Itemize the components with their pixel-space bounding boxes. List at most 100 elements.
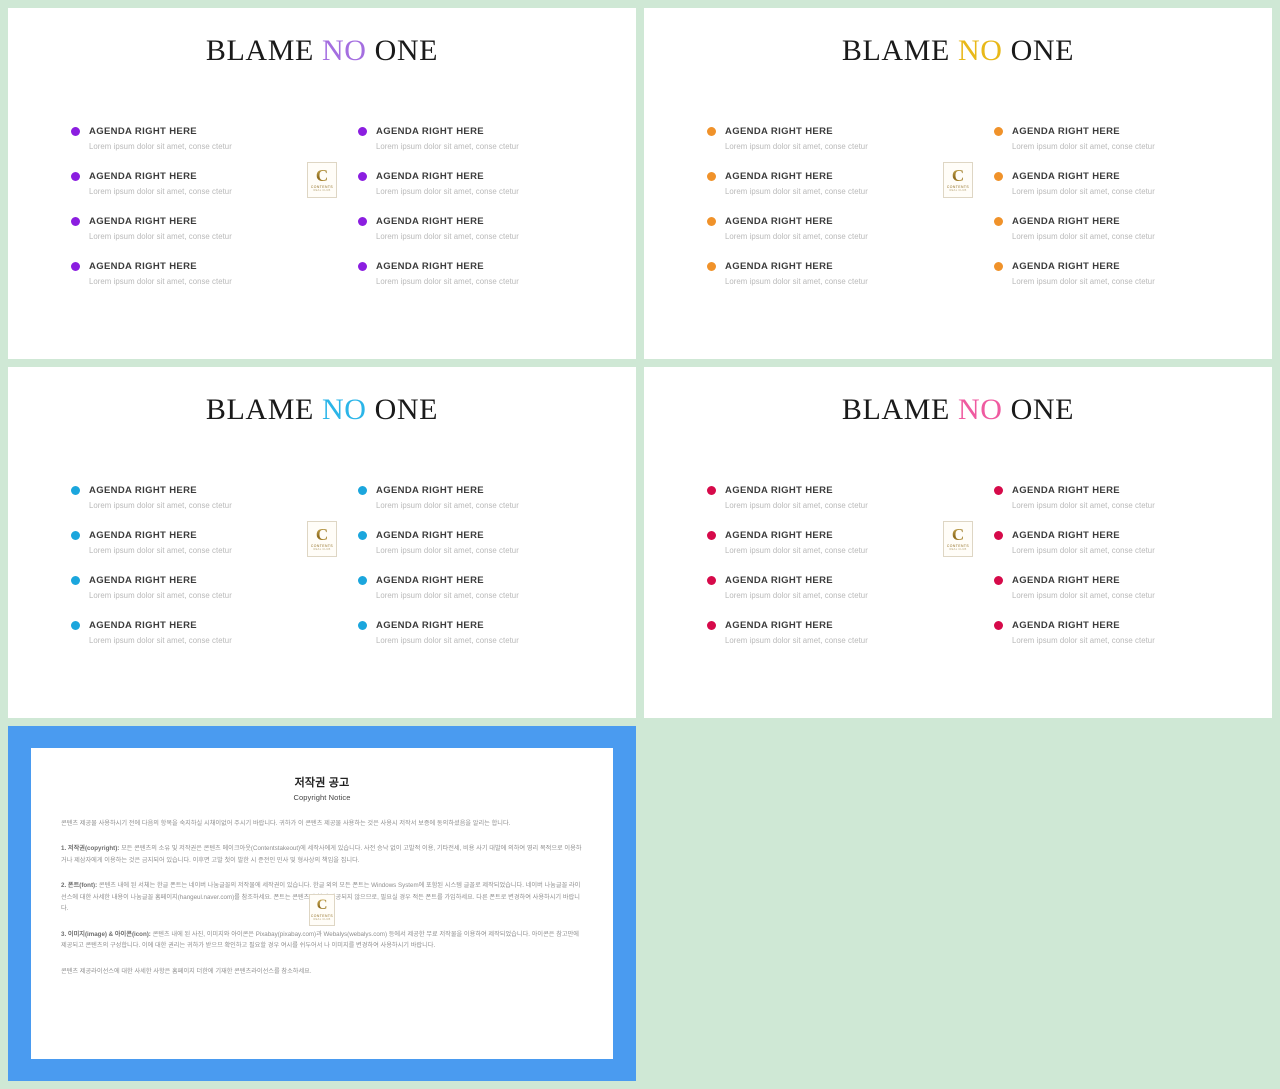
logo-letter-c: C — [951, 166, 965, 185]
agenda-body: AGENDA RIGHT HERE Lorem ipsum dolor sit … — [8, 485, 636, 645]
agenda-item[interactable]: AGENDA RIGHT HERE Lorem ipsum dolor sit … — [707, 575, 922, 600]
agenda-item[interactable]: AGENDA RIGHT HERE Lorem ipsum dolor sit … — [707, 261, 922, 286]
agenda-item-title: AGENDA RIGHT HERE — [1012, 216, 1120, 227]
agenda-item-title: AGENDA RIGHT HERE — [376, 261, 484, 272]
agenda-item-head: AGENDA RIGHT HERE — [994, 620, 1209, 631]
copyright-footer: 콘텐츠 제공라이선스에 대한 사세한 사항은 홈페이지 더한에 기재한 콘텐츠라… — [61, 967, 312, 975]
agenda-item[interactable]: AGENDA RIGHT HERE Lorem ipsum dolor sit … — [994, 620, 1209, 645]
agenda-item[interactable]: AGENDA RIGHT HERE Lorem ipsum dolor sit … — [707, 485, 922, 510]
agenda-item-desc: Lorem ipsum dolor sit amet, conse ctetur — [1012, 636, 1155, 645]
center-logo-slot: C CONTENTS REAL CLUB — [309, 894, 335, 926]
title-accent-word: NO — [322, 393, 367, 426]
agenda-item-title: AGENDA RIGHT HERE — [725, 530, 833, 541]
agenda-item[interactable]: AGENDA RIGHT HERE Lorem ipsum dolor sit … — [994, 261, 1209, 286]
slide-gold[interactable]: BLAME NO ONE AGENDA RIGHT HERE Lorem ips… — [644, 8, 1272, 359]
agenda-item[interactable]: AGENDA RIGHT HERE Lorem ipsum dolor sit … — [358, 126, 573, 151]
agenda-item-title: AGENDA RIGHT HERE — [725, 485, 833, 496]
agenda-item[interactable]: AGENDA RIGHT HERE Lorem ipsum dolor sit … — [994, 171, 1209, 196]
agenda-item-desc: Lorem ipsum dolor sit amet, conse ctetur — [725, 501, 868, 510]
bullet-dot-icon — [358, 486, 367, 495]
bullet-dot-icon — [707, 127, 716, 136]
copyright-section: 1. 저작권(copyright): 모든 콘텐츠의 소유 및 저작권은 콘텐츠… — [61, 843, 583, 866]
agenda-item[interactable]: AGENDA RIGHT HERE Lorem ipsum dolor sit … — [707, 530, 922, 555]
agenda-item-desc: Lorem ipsum dolor sit amet, conse ctetur — [725, 636, 868, 645]
agenda-item-desc: Lorem ipsum dolor sit amet, conse ctetur — [1012, 591, 1155, 600]
agenda-column-left: AGENDA RIGHT HERE Lorem ipsum dolor sit … — [707, 126, 922, 286]
copyright-section-label: 2. 폰트(font): — [61, 882, 98, 890]
bullet-dot-icon — [71, 127, 80, 136]
agenda-item-desc: Lorem ipsum dolor sit amet, conse ctetur — [1012, 277, 1155, 286]
slide-cyan[interactable]: BLAME NO ONE AGENDA RIGHT HERE Lorem ips… — [8, 367, 636, 718]
agenda-item[interactable]: AGENDA RIGHT HERE Lorem ipsum dolor sit … — [71, 530, 286, 555]
agenda-item-desc: Lorem ipsum dolor sit amet, conse ctetur — [376, 591, 519, 600]
agenda-item-head: AGENDA RIGHT HERE — [358, 216, 573, 227]
agenda-item-head: AGENDA RIGHT HERE — [994, 171, 1209, 182]
agenda-item[interactable]: AGENDA RIGHT HERE Lorem ipsum dolor sit … — [71, 126, 286, 151]
agenda-item[interactable]: AGENDA RIGHT HERE Lorem ipsum dolor sit … — [358, 261, 573, 286]
bullet-dot-icon — [994, 217, 1003, 226]
agenda-item-title: AGENDA RIGHT HERE — [89, 620, 197, 631]
center-logo-slot: C CONTENTS REAL CLUB — [286, 126, 358, 198]
agenda-item[interactable]: AGENDA RIGHT HERE Lorem ipsum dolor sit … — [71, 261, 286, 286]
agenda-item[interactable]: AGENDA RIGHT HERE Lorem ipsum dolor sit … — [358, 575, 573, 600]
agenda-item[interactable]: AGENDA RIGHT HERE Lorem ipsum dolor sit … — [994, 485, 1209, 510]
bullet-dot-icon — [994, 172, 1003, 181]
agenda-item[interactable]: AGENDA RIGHT HERE Lorem ipsum dolor sit … — [71, 620, 286, 645]
bullet-dot-icon — [71, 621, 80, 630]
agenda-item[interactable]: AGENDA RIGHT HERE Lorem ipsum dolor sit … — [71, 575, 286, 600]
agenda-item-desc: Lorem ipsum dolor sit amet, conse ctetur — [1012, 232, 1155, 241]
copyright-subtitle: Copyright Notice — [293, 793, 351, 802]
agenda-item[interactable]: AGENDA RIGHT HERE Lorem ipsum dolor sit … — [707, 171, 922, 196]
agenda-item-head: AGENDA RIGHT HERE — [707, 530, 922, 541]
slide-title: BLAME NO ONE — [644, 367, 1272, 427]
agenda-item[interactable]: AGENDA RIGHT HERE Lorem ipsum dolor sit … — [358, 530, 573, 555]
agenda-column-left: AGENDA RIGHT HERE Lorem ipsum dolor sit … — [707, 485, 922, 645]
agenda-item[interactable]: AGENDA RIGHT HERE Lorem ipsum dolor sit … — [358, 216, 573, 241]
agenda-item-title: AGENDA RIGHT HERE — [725, 620, 833, 631]
title-suffix: ONE — [366, 34, 439, 67]
agenda-item-head: AGENDA RIGHT HERE — [71, 575, 286, 586]
agenda-item[interactable]: AGENDA RIGHT HERE Lorem ipsum dolor sit … — [358, 171, 573, 196]
title-prefix: BLAME — [841, 34, 958, 67]
agenda-item-title: AGENDA RIGHT HERE — [89, 126, 197, 137]
agenda-item[interactable]: AGENDA RIGHT HERE Lorem ipsum dolor sit … — [71, 485, 286, 510]
agenda-item-title: AGENDA RIGHT HERE — [89, 171, 197, 182]
agenda-item[interactable]: AGENDA RIGHT HERE Lorem ipsum dolor sit … — [707, 126, 922, 151]
agenda-item[interactable]: AGENDA RIGHT HERE Lorem ipsum dolor sit … — [994, 530, 1209, 555]
agenda-item[interactable]: AGENDA RIGHT HERE Lorem ipsum dolor sit … — [994, 575, 1209, 600]
agenda-item-title: AGENDA RIGHT HERE — [1012, 530, 1120, 541]
logo-letter-c: C — [315, 166, 329, 185]
agenda-item[interactable]: AGENDA RIGHT HERE Lorem ipsum dolor sit … — [358, 485, 573, 510]
slide-pink[interactable]: BLAME NO ONE AGENDA RIGHT HERE Lorem ips… — [644, 367, 1272, 718]
agenda-item-desc: Lorem ipsum dolor sit amet, conse ctetur — [376, 636, 519, 645]
bullet-dot-icon — [358, 217, 367, 226]
agenda-item-title: AGENDA RIGHT HERE — [89, 261, 197, 272]
agenda-item[interactable]: AGENDA RIGHT HERE Lorem ipsum dolor sit … — [994, 126, 1209, 151]
agenda-item-title: AGENDA RIGHT HERE — [1012, 126, 1120, 137]
agenda-item-desc: Lorem ipsum dolor sit amet, conse ctetur — [89, 232, 232, 241]
contents-logo: C CONTENTS REAL CLUB — [307, 521, 337, 557]
agenda-item[interactable]: AGENDA RIGHT HERE Lorem ipsum dolor sit … — [707, 620, 922, 645]
agenda-item[interactable]: AGENDA RIGHT HERE Lorem ipsum dolor sit … — [707, 216, 922, 241]
bullet-dot-icon — [358, 172, 367, 181]
agenda-item-head: AGENDA RIGHT HERE — [994, 261, 1209, 272]
bullet-dot-icon — [707, 486, 716, 495]
agenda-item[interactable]: AGENDA RIGHT HERE Lorem ipsum dolor sit … — [994, 216, 1209, 241]
agenda-item[interactable]: AGENDA RIGHT HERE Lorem ipsum dolor sit … — [358, 620, 573, 645]
agenda-item-head: AGENDA RIGHT HERE — [707, 620, 922, 631]
agenda-item[interactable]: AGENDA RIGHT HERE Lorem ipsum dolor sit … — [71, 216, 286, 241]
agenda-item-desc: Lorem ipsum dolor sit amet, conse ctetur — [725, 546, 868, 555]
agenda-item-title: AGENDA RIGHT HERE — [725, 261, 833, 272]
bullet-dot-icon — [71, 576, 80, 585]
agenda-item-desc: Lorem ipsum dolor sit amet, conse ctetur — [376, 187, 519, 196]
agenda-column-left: AGENDA RIGHT HERE Lorem ipsum dolor sit … — [71, 485, 286, 645]
slide-purple[interactable]: BLAME NO ONE AGENDA RIGHT HERE Lorem ips… — [8, 8, 636, 359]
agenda-item-desc: Lorem ipsum dolor sit amet, conse ctetur — [376, 546, 519, 555]
logo-subtext: REAL CLUB — [949, 189, 967, 193]
title-accent-word: NO — [958, 34, 1003, 67]
agenda-item[interactable]: AGENDA RIGHT HERE Lorem ipsum dolor sit … — [71, 171, 286, 196]
agenda-column-left: AGENDA RIGHT HERE Lorem ipsum dolor sit … — [71, 126, 286, 286]
bullet-dot-icon — [71, 172, 80, 181]
copyright-slide[interactable]: 저작권 공고 Copyright Notice 콘텐츠 제공물 사용하시기 전에… — [8, 726, 636, 1081]
copyright-section-label: 1. 저작권(copyright): — [61, 845, 120, 853]
